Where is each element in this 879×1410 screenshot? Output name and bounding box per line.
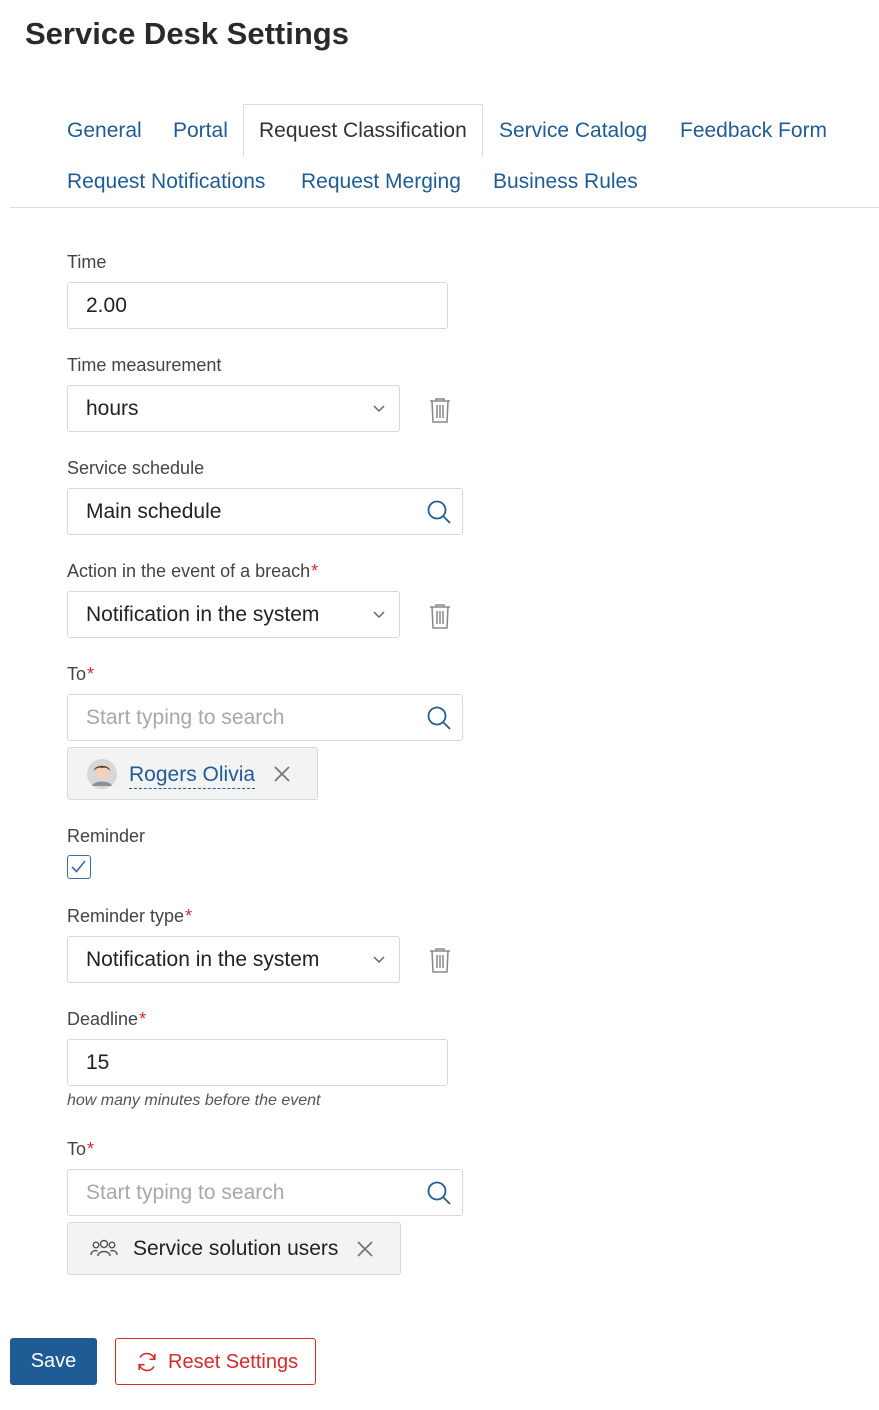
tab-feedback-form[interactable]: Feedback Form (680, 118, 827, 144)
tab-general[interactable]: General (67, 118, 142, 144)
breach-action-select[interactable]: Notification in the system (67, 591, 400, 638)
group-chip: Service solution users (67, 1222, 401, 1275)
required-mark: * (311, 561, 319, 581)
to-search-placeholder: Start typing to search (86, 1181, 285, 1204)
tab-request-merging[interactable]: Request Merging (301, 169, 461, 195)
to-search-placeholder: Start typing to search (86, 706, 285, 729)
close-icon[interactable] (356, 1240, 374, 1258)
required-mark: * (87, 664, 95, 684)
tab-request-classification[interactable]: Request Classification (243, 104, 483, 157)
search-icon[interactable] (426, 499, 452, 525)
recipient-chip: Rogers Olivia (67, 747, 318, 800)
trash-icon[interactable] (428, 947, 452, 973)
deadline-label: Deadline* (67, 1009, 147, 1029)
tab-request-notifications[interactable]: Request Notifications (67, 169, 265, 195)
chevron-down-icon (373, 611, 385, 619)
users-group-icon (90, 1239, 118, 1257)
trash-icon[interactable] (428, 397, 452, 423)
service-schedule-label: Service schedule (67, 458, 205, 478)
to-label: To* (67, 664, 95, 684)
reminder-type-value: Notification in the system (86, 948, 320, 971)
time-label: Time (67, 252, 107, 272)
to-search-input-2[interactable]: Start typing to search (67, 1169, 463, 1216)
time-input[interactable]: 2.00 (67, 282, 448, 329)
reminder-label: Reminder (67, 826, 146, 846)
time-measurement-select[interactable]: hours (67, 385, 400, 432)
tab-business-rules[interactable]: Business Rules (493, 169, 638, 195)
required-mark: * (185, 906, 193, 926)
trash-icon[interactable] (428, 603, 452, 629)
to-label-2: To* (67, 1139, 95, 1159)
close-icon[interactable] (273, 765, 291, 783)
time-measurement-value: hours (86, 397, 139, 420)
deadline-value: 15 (86, 1051, 110, 1074)
refresh-icon (138, 1352, 156, 1372)
reminder-type-select[interactable]: Notification in the system (67, 936, 400, 983)
breach-action-value: Notification in the system (86, 603, 320, 626)
tab-portal[interactable]: Portal (173, 118, 228, 144)
check-icon (71, 860, 86, 873)
service-schedule-value: Main schedule (86, 500, 222, 523)
required-mark: * (139, 1009, 147, 1029)
reminder-type-label: Reminder type* (67, 906, 193, 926)
service-schedule-input[interactable]: Main schedule (67, 488, 463, 535)
search-icon[interactable] (426, 705, 452, 731)
group-chip-label: Service solution users (133, 1237, 339, 1260)
recipient-link[interactable]: Rogers Olivia (129, 762, 256, 789)
reminder-checkbox[interactable] (67, 855, 91, 879)
required-mark: * (87, 1139, 95, 1159)
reset-settings-button[interactable]: Reset Settings (115, 1338, 316, 1385)
search-icon[interactable] (426, 1180, 452, 1206)
deadline-input[interactable]: 15 (67, 1039, 448, 1086)
reset-settings-label: Reset Settings (168, 1351, 299, 1373)
deadline-hint: how many minutes before the event (67, 1092, 321, 1109)
breach-action-label: Action in the event of a breach* (67, 561, 319, 581)
chevron-down-icon (373, 956, 385, 964)
save-button[interactable]: Save (10, 1338, 97, 1385)
avatar (87, 759, 117, 789)
settings-tabs: General Portal Request Classification Se… (10, 104, 879, 208)
to-search-input[interactable]: Start typing to search (67, 694, 463, 741)
time-value: 2.00 (86, 294, 127, 317)
time-measurement-label: Time measurement (67, 355, 222, 375)
chevron-down-icon (373, 405, 385, 413)
tab-service-catalog[interactable]: Service Catalog (499, 118, 647, 144)
page-title: Service Desk Settings (25, 16, 349, 51)
